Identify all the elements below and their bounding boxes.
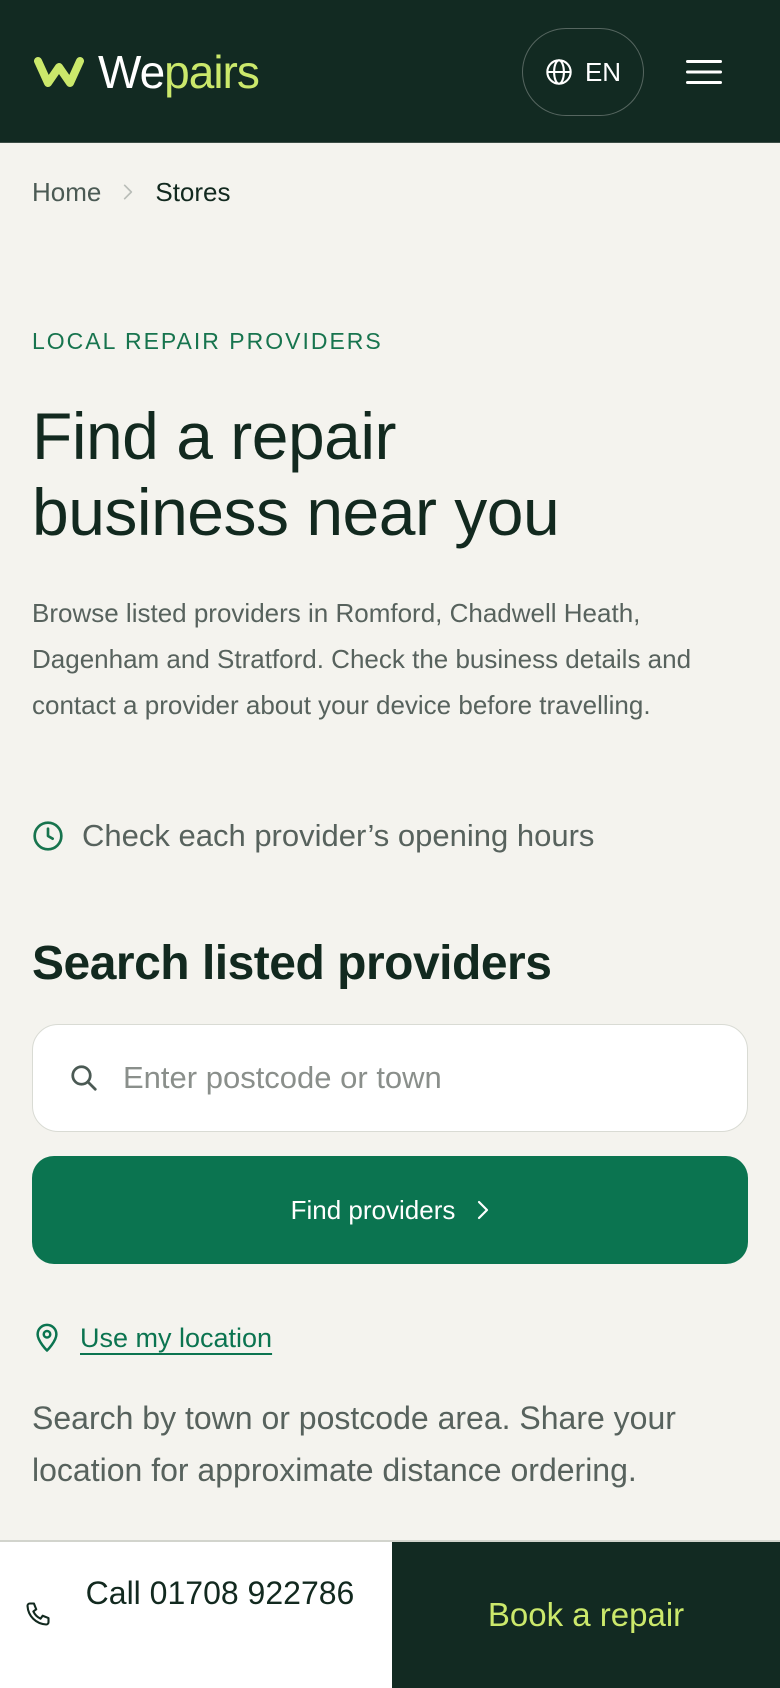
clock-icon: [33, 821, 63, 851]
language-label: EN: [584, 56, 622, 87]
breadcrumb: Home Stores: [32, 172, 231, 212]
logo-wordmark: Wepairs: [98, 46, 260, 98]
section-eyebrow: LOCAL REPAIR PROVIDERS: [32, 328, 383, 354]
hero-description: Browse listed providers in Romford, Chad…: [32, 598, 692, 720]
search-help-text: Search by town or postcode area. Share y…: [32, 1400, 676, 1488]
call-button[interactable]: Call 01708 922786: [0, 1542, 392, 1688]
search-input[interactable]: [123, 1060, 683, 1096]
find-providers-button[interactable]: Find providers: [32, 1156, 748, 1264]
book-repair-label: Book a repair: [487, 1596, 685, 1633]
chevron-right-icon: [124, 184, 133, 200]
logo-link[interactable]: Wepairs: [34, 44, 260, 100]
search-heading: Search listed providers: [32, 937, 552, 990]
phone-icon: [26, 1602, 50, 1626]
search-field[interactable]: [32, 1024, 748, 1132]
breadcrumb-home-link[interactable]: Home: [32, 177, 101, 208]
language-selector-button[interactable]: EN: [522, 28, 644, 116]
globe-icon: [546, 59, 572, 85]
menu-button[interactable]: [682, 52, 726, 92]
wepairs-logo-icon: [34, 57, 84, 87]
opening-hours-text: Check each provider’s opening hours: [82, 818, 595, 853]
book-repair-button[interactable]: Book a repair: [392, 1542, 780, 1688]
breadcrumb-separator: [123, 183, 133, 201]
use-my-location-label: Use my location: [80, 1322, 273, 1353]
page-title: Find a repair business near you: [32, 398, 752, 550]
call-label: Call 01708 922786: [85, 1575, 355, 1611]
chevron-right-icon: [478, 1200, 489, 1220]
site-header: Wepairs EN: [0, 0, 780, 143]
map-pin-icon: [36, 1323, 58, 1352]
use-my-location-link[interactable]: Use my location: [34, 1318, 272, 1358]
page-title-line-1: Find a repair: [32, 399, 397, 473]
breadcrumb-current: Stores: [155, 176, 231, 207]
opening-hours-note: Check each provider’s opening hours: [32, 814, 594, 858]
logo-text-we: We: [98, 46, 165, 98]
page-title-line-2: business near you: [32, 475, 560, 549]
hamburger-menu-icon: [686, 60, 722, 84]
bottom-action-bar: Call 01708 922786 Book a repair: [0, 1540, 780, 1688]
logo-text-pairs: pairs: [164, 46, 260, 98]
find-providers-label: Find providers: [290, 1194, 456, 1225]
search-icon: [71, 1065, 97, 1091]
